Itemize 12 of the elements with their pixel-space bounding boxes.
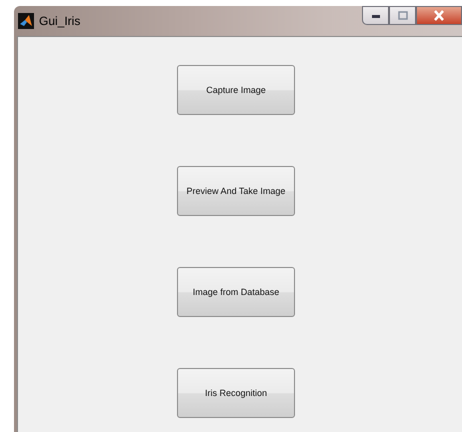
maximize-icon	[398, 11, 408, 20]
app-icon	[18, 13, 34, 29]
close-button[interactable]	[416, 6, 462, 25]
push-button[interactable]: Capture Image	[177, 65, 295, 115]
minimize-button[interactable]	[362, 6, 389, 25]
close-icon	[433, 10, 445, 21]
push-button[interactable]: Preview And Take Image	[177, 166, 295, 216]
push-button[interactable]: Image from Database	[177, 267, 295, 317]
push-button[interactable]: Iris Recognition	[177, 368, 295, 418]
window-title: Gui_Iris	[39, 14, 80, 28]
minimize-icon	[370, 12, 380, 18]
maximize-button[interactable]	[389, 6, 416, 25]
